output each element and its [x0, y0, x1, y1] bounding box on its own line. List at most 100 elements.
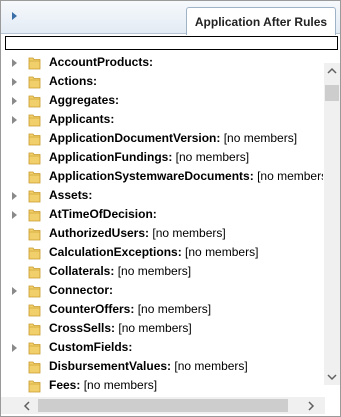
- tree-item[interactable]: Actions:: [3, 72, 323, 91]
- tree-item-name: ApplicationFundings:: [49, 150, 173, 164]
- tree-item-label: DisbursementValues: [no members]: [49, 359, 248, 374]
- tree-item[interactable]: Collaterals: [no members]: [3, 262, 323, 281]
- tree-item-label: CounterOffers: [no members]: [49, 302, 211, 317]
- scroll-up-chevron-icon[interactable]: [327, 67, 337, 75]
- folder-icon: [28, 302, 42, 318]
- tree-item[interactable]: Applicants:: [3, 110, 323, 129]
- folder-icon: [28, 207, 42, 223]
- tree-item-members-note: [no members]: [83, 378, 158, 392]
- tree-item[interactable]: Assets:: [3, 186, 323, 205]
- panel-header: Application After Rules: [1, 1, 340, 35]
- folder-icon: [28, 283, 42, 299]
- tree-item-name: AuthorizedUsers:: [49, 226, 150, 240]
- tree-item-name: ApplicationDocumentVersion:: [49, 131, 221, 145]
- tree-item-label: AccountProducts:: [49, 55, 153, 70]
- tree-item-name: CalculationExceptions:: [49, 245, 182, 259]
- folder-icon: [28, 378, 42, 394]
- expand-arrow-icon[interactable]: [12, 78, 17, 86]
- tree-item[interactable]: CounterOffers: [no members]: [3, 300, 323, 319]
- tree-item[interactable]: CrossSells: [no members]: [3, 319, 323, 338]
- collapse-panel-arrow-icon[interactable]: [12, 12, 17, 20]
- tree-item-label: AtTimeOfDecision:: [49, 207, 157, 222]
- folder-icon: [28, 55, 42, 71]
- expand-arrow-icon[interactable]: [12, 97, 17, 105]
- expand-arrow-icon[interactable]: [12, 59, 17, 67]
- folder-icon: [28, 245, 42, 261]
- tree-item-label: CalculationExceptions: [no members]: [49, 245, 258, 260]
- scroll-right-chevron-icon[interactable]: [307, 401, 315, 411]
- tree-item-label: ApplicationFundings: [no members]: [49, 150, 249, 165]
- folder-icon: [28, 321, 42, 337]
- tree-item-members-note: [no members]: [137, 302, 212, 316]
- tree-item-name: Assets:: [49, 188, 93, 202]
- tree-item-label: Applicants:: [49, 112, 114, 127]
- tree-item-members-note: [no members]: [152, 226, 226, 240]
- tree-item-members-note: [no members]: [223, 131, 298, 145]
- tree-item-name: Fees:: [49, 378, 81, 392]
- tree-item[interactable]: AtTimeOfDecision:: [3, 205, 323, 224]
- tree-item-name: AtTimeOfDecision:: [49, 207, 157, 221]
- scroll-down-chevron-icon[interactable]: [327, 373, 337, 381]
- tree-item-label: AuthorizedUsers: [no members]: [49, 226, 226, 241]
- horizontal-scroll-thumb[interactable]: [38, 399, 288, 412]
- tree-item-members-note: [no members]: [118, 321, 192, 335]
- tree-item-name: Aggregates:: [49, 93, 120, 107]
- tree-item[interactable]: Connector:: [3, 281, 323, 300]
- folder-icon: [28, 74, 42, 90]
- tree-item-members-note: [no members]: [117, 264, 192, 278]
- folder-icon: [28, 188, 42, 204]
- tree-item[interactable]: Fees: [no members]: [3, 376, 323, 395]
- folder-icon: [28, 112, 42, 128]
- tree-item-label: CrossSells: [no members]: [49, 321, 192, 336]
- tab-application-after-rules[interactable]: Application After Rules: [186, 7, 336, 35]
- tree-item-name: ApplicationSystemwareDocuments:: [49, 169, 254, 183]
- tree-item[interactable]: ApplicationFundings: [no members]: [3, 148, 323, 167]
- tree-item-members-note: [no members]: [185, 245, 259, 259]
- tab-label: Application After Rules: [194, 14, 328, 29]
- tree-item-name: Connector:: [49, 283, 113, 297]
- tree-item-name: CustomFields:: [49, 340, 133, 354]
- expand-arrow-icon[interactable]: [12, 211, 17, 219]
- expand-arrow-icon[interactable]: [12, 287, 17, 295]
- tree-item-name: Collaterals:: [49, 264, 115, 278]
- tree-item-name: CounterOffers:: [49, 302, 135, 316]
- tree-item-label: CustomFields:: [49, 340, 132, 355]
- tree-item-label: ApplicationDocumentVersion: [no members]: [49, 131, 297, 146]
- folder-icon: [28, 340, 42, 356]
- tree-item[interactable]: AuthorizedUsers: [no members]: [3, 224, 323, 243]
- vertical-scroll-thumb[interactable]: [325, 85, 339, 101]
- folder-icon: [28, 169, 42, 185]
- folder-icon: [28, 93, 42, 109]
- vertical-scrollbar[interactable]: [324, 63, 340, 385]
- tree-item-name: DisbursementValues:: [49, 359, 172, 373]
- application-after-rules-panel: Application After Rules AccountProducts:…: [0, 0, 341, 417]
- folder-icon: [28, 359, 42, 375]
- tree-item-name: AccountProducts:: [49, 55, 154, 69]
- tree-item-label: Collaterals: [no members]: [49, 264, 191, 279]
- expand-arrow-icon[interactable]: [12, 116, 17, 124]
- tree-item[interactable]: ApplicationDocumentVersion: [no members]: [3, 129, 323, 148]
- tree-item-name: Actions:: [49, 74, 97, 88]
- tree-item-label: ApplicationSystemwareDocuments: [no memb…: [49, 169, 323, 184]
- expand-arrow-icon[interactable]: [12, 192, 17, 200]
- tree-item[interactable]: Aggregates:: [3, 91, 323, 110]
- scroll-left-chevron-icon[interactable]: [23, 401, 31, 411]
- tree-item[interactable]: DisbursementValues: [no members]: [3, 357, 323, 376]
- member-tree: AccountProducts: Actions: Aggregates: Appli…: [3, 53, 323, 396]
- filter-input[interactable]: [5, 36, 338, 50]
- tree-item-members-note: [no members]: [174, 359, 248, 373]
- folder-icon: [28, 150, 42, 166]
- tree-item-label: Assets:: [49, 188, 92, 203]
- expand-arrow-icon[interactable]: [12, 344, 17, 352]
- tree-item[interactable]: ApplicationSystemwareDocuments: [no memb…: [3, 167, 323, 186]
- tree-item[interactable]: AccountProducts:: [3, 53, 323, 72]
- tree-item[interactable]: CalculationExceptions: [no members]: [3, 243, 323, 262]
- folder-icon: [28, 264, 42, 280]
- folder-icon: [28, 226, 42, 242]
- tree-item-label: Connector:: [49, 283, 113, 298]
- tree-item-label: Fees: [no members]: [49, 378, 157, 393]
- folder-icon: [28, 131, 42, 147]
- horizontal-scrollbar[interactable]: [1, 397, 325, 414]
- tree-item-label: Aggregates:: [49, 93, 119, 108]
- tree-item[interactable]: CustomFields:: [3, 338, 323, 357]
